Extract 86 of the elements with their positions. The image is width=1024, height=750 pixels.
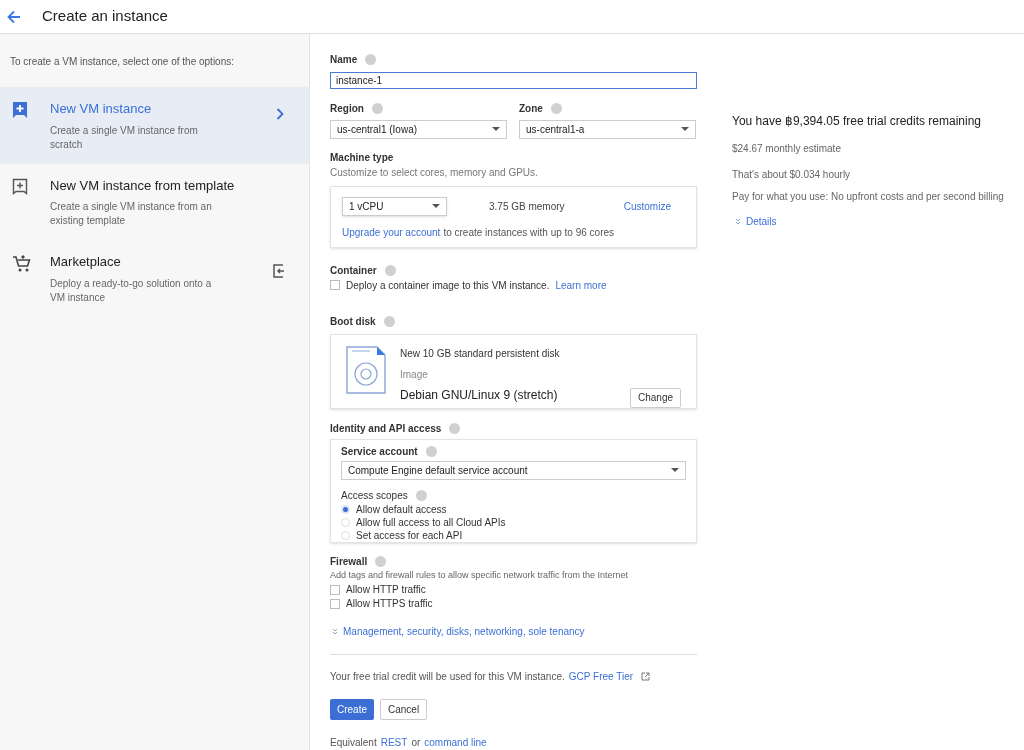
learn-more-link[interactable]: Learn more (555, 277, 607, 293)
field-label: Name (330, 53, 358, 67)
option-title: New VM instance from template (50, 176, 236, 195)
add-template-icon (12, 177, 28, 196)
command-line-link[interactable]: command line (424, 735, 487, 750)
option-description: Create a single VM instance from scratch (50, 123, 199, 152)
upgrade-text: to create instances with up to 96 cores (443, 225, 615, 240)
memory-text: 3.75 GB memory (489, 199, 565, 214)
rest-link[interactable]: REST (380, 735, 408, 750)
sidebar-intro: To create a VM instance, select one of the options: (9, 55, 236, 69)
field-label: Firewall (330, 554, 368, 569)
hourly-estimate: That's about $0.034 hourly (732, 168, 852, 182)
radio-button[interactable] (341, 504, 350, 514)
double-chevron-icon (332, 628, 338, 635)
image-label: Image (400, 367, 429, 382)
help-icon[interactable] (550, 102, 562, 114)
help-icon[interactable] (415, 489, 427, 501)
service-account-select[interactable]: Compute Engine default service account (341, 460, 686, 480)
credit-note: Your free trial credit will be used for this VM instance. (330, 670, 565, 684)
credits-heading: You have ฿9,394.05 free trial credits remaining (732, 113, 983, 130)
checkbox[interactable] (330, 598, 340, 609)
checkbox-label: Deploy a container image to this VM instance. (346, 278, 550, 293)
help-icon[interactable] (384, 264, 396, 276)
dropdown-caret-icon (492, 127, 500, 132)
sidebar-option[interactable]: New VM instance from template Create a single VM instance from an existing template (0, 163, 309, 240)
field-label: Machine type (330, 151, 394, 163)
field-label: Container (330, 263, 377, 278)
help-icon[interactable] (425, 445, 437, 457)
radio-label: Allow full access to all Cloud APIs (356, 515, 506, 530)
field-label: Access scopes (341, 488, 408, 503)
upgrade-link[interactable]: Upgrade your account (342, 224, 441, 240)
help-icon[interactable] (375, 555, 387, 567)
billing-note: Pay for what you use: No upfront costs and per second billing (732, 190, 1004, 204)
back-arrow-icon[interactable] (7, 9, 21, 24)
cores-select[interactable]: 1 vCPU (342, 196, 447, 216)
image-name: Debian GNU/Linux 9 (stretch) (400, 386, 558, 404)
field-label: Region (330, 101, 364, 116)
page-title: Create an instance (42, 6, 168, 27)
disk-image-icon (346, 345, 386, 394)
field-hint: Add tags and firewall rules to allow specific network traffic from the Internet (330, 568, 629, 582)
radio-button[interactable] (341, 530, 350, 540)
create-button[interactable]: Create (330, 699, 374, 720)
field-hint: Customize to select cores, memory and GPUs. (330, 165, 539, 180)
field-label: Zone (519, 101, 543, 116)
monthly-estimate: $24.67 monthly estimate (732, 142, 842, 156)
checkbox-label: Allow HTTPS traffic (346, 597, 433, 611)
external-panel-icon (273, 264, 285, 278)
dropdown-caret-icon (681, 127, 689, 132)
option-description: Deploy a ready-to-go solution onto a VM instance (50, 276, 213, 305)
double-chevron-icon (735, 218, 741, 225)
sidebar-option[interactable]: Marketplace Deploy a ready-to-go solution onto a VM instance (0, 240, 309, 317)
dropdown-caret-icon (671, 468, 679, 472)
radio-label: Set access for each API (356, 528, 463, 543)
free-tier-link[interactable]: GCP Free Tier (568, 669, 634, 684)
name-input[interactable]: instance-1 (330, 72, 697, 89)
option-description: Create a single VM instance from an existing template (50, 200, 213, 228)
help-icon[interactable] (383, 315, 395, 327)
checkbox[interactable] (330, 280, 340, 290)
sidebar-option[interactable]: New VM instance Create a single VM instance from scratch (0, 87, 309, 164)
help-icon[interactable] (449, 422, 461, 434)
select-field[interactable]: us-central1-a (519, 119, 696, 139)
external-link-icon (641, 672, 651, 681)
help-icon[interactable] (371, 102, 383, 114)
or-text: or (411, 736, 421, 750)
add-instance-icon (12, 101, 28, 119)
radio-label: Allow default access (356, 502, 447, 517)
more-options-link[interactable]: Management, security, disks, networking, sole tenancy (343, 624, 585, 639)
help-icon[interactable] (365, 54, 377, 65)
option-title: Marketplace (50, 253, 122, 271)
customize-link[interactable]: Customize (623, 198, 671, 214)
details-link[interactable]: Details (746, 214, 777, 229)
field-label: Boot disk (330, 314, 376, 329)
equivalent-text: Equivalent (330, 736, 377, 750)
field-label: Identity and API access (330, 421, 442, 436)
checkbox-label: Allow HTTP traffic (346, 583, 426, 597)
option-title: New VM instance (50, 100, 153, 118)
change-button[interactable]: Change (629, 387, 681, 408)
dropdown-caret-icon (432, 204, 440, 209)
disk-title: New 10 GB standard persistent disk (400, 346, 561, 361)
checkbox[interactable] (330, 584, 340, 595)
chevron-right-icon (276, 108, 284, 120)
field-label: Service account (341, 444, 418, 459)
cancel-button[interactable]: Cancel (380, 699, 428, 720)
radio-button[interactable] (341, 517, 350, 527)
select-field[interactable]: us-central1 (Iowa) (330, 119, 507, 139)
cart-icon (12, 254, 32, 274)
